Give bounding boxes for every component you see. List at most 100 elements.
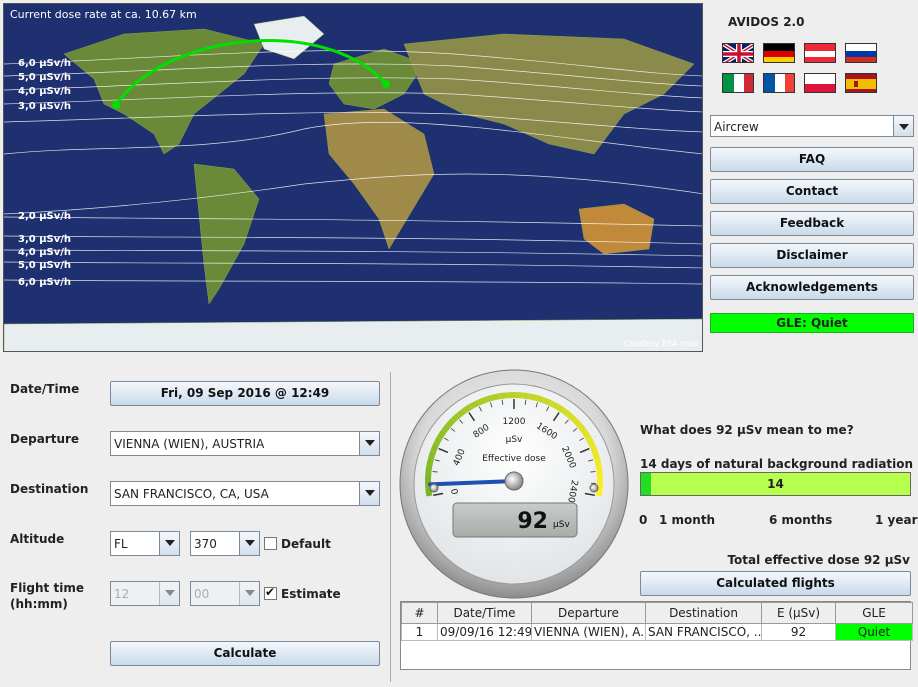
antarctica-land <box>4 318 702 351</box>
column-header-destination[interactable]: Destination <box>645 602 762 624</box>
gauge-arc-segment <box>441 423 451 434</box>
map-graphic <box>4 4 702 351</box>
gauge-arc-segment <box>528 393 538 401</box>
austria-flag-icon[interactable] <box>804 43 836 63</box>
dose-label-north-6: 6,0 µSv/h <box>18 58 72 69</box>
cell-departure: VIENNA (WIEN), A... <box>531 623 646 641</box>
default-checkbox[interactable] <box>264 537 277 550</box>
role-select[interactable]: Aircrew <box>710 115 914 137</box>
gauge-unit-label: µSv <box>506 435 523 445</box>
gauge-arc-segment <box>595 488 603 497</box>
minutes-value: 00 <box>194 587 210 601</box>
faq-button[interactable]: FAQ <box>710 147 914 172</box>
contact-button[interactable]: Contact <box>710 179 914 204</box>
column-header-dose[interactable]: E (µSv) <box>761 602 836 624</box>
map-credit: Courtesy ESA map <box>623 339 698 348</box>
scale-label-1-year: 1 year <box>875 513 918 527</box>
uk-flag-icon[interactable] <box>722 43 754 63</box>
gauge-arc-segment <box>462 403 473 414</box>
cell-index: 1 <box>401 623 438 641</box>
cell-datetime: 09/09/16 12:49 <box>437 623 532 641</box>
destination-marker <box>112 101 120 109</box>
departure-select[interactable]: VIENNA (WIEN), AUSTRIA <box>110 431 380 456</box>
gauge-caption: Effective dose <box>482 454 546 464</box>
background-radiation-bar-value: 14 <box>767 477 784 491</box>
calculate-button[interactable]: Calculate <box>110 641 380 666</box>
estimate-checkbox[interactable] <box>264 585 277 600</box>
flight-time-label: Flight time <box>10 581 84 595</box>
gauge-arc-segment <box>585 436 595 446</box>
gauge-arc-segment <box>456 408 467 418</box>
gauge-arc-segment <box>428 450 437 460</box>
datetime-button[interactable]: Fri, 09 Sep 2016 @ 12:49 <box>110 381 380 406</box>
chevron-down-icon[interactable] <box>359 482 379 505</box>
gauge-arc-segment <box>535 395 545 404</box>
gauge-arc-segment <box>498 392 507 400</box>
table-header-row: # Date/Time Departure Destination E (µSv… <box>401 602 913 624</box>
estimate-label: Estimate <box>281 587 341 601</box>
gauge-arc-segment <box>595 465 603 474</box>
table-row[interactable]: 1 09/09/16 12:49 VIENNA (WIEN), A... SAN… <box>401 623 913 641</box>
gle-status-badge: GLE: Quiet <box>710 313 914 333</box>
spain-flag-icon[interactable] <box>845 73 877 93</box>
france-flag-icon[interactable] <box>763 73 795 93</box>
altitude-value-select[interactable]: 370 <box>190 531 260 556</box>
role-select-value: Aircrew <box>714 120 759 134</box>
column-header-gle[interactable]: GLE <box>835 602 913 624</box>
cell-dose: 92 <box>761 623 836 641</box>
feedback-button[interactable]: Feedback <box>710 211 914 236</box>
flight-time-unit-label: (hh:mm) <box>10 597 68 611</box>
gauge-left-rivet <box>429 483 439 493</box>
app-name: AVIDOS 2.0 <box>728 15 805 29</box>
altitude-unit-select[interactable]: FL <box>110 531 180 556</box>
chevron-down-icon[interactable] <box>159 532 179 555</box>
gauge-knob <box>504 471 524 491</box>
chevron-down-icon[interactable] <box>239 532 259 555</box>
flights-table: # Date/Time Departure Destination E (µSv… <box>400 601 913 670</box>
gauge-arc-segment <box>425 465 433 474</box>
hours-value: 12 <box>114 587 130 601</box>
disclaimer-button[interactable]: Disclaimer <box>710 243 914 268</box>
destination-label: Destination <box>10 482 89 496</box>
russia-flag-icon[interactable] <box>845 43 877 63</box>
gauge-arc-segment <box>436 429 447 440</box>
world-dose-map: Current dose rate at ca. 10.67 km 6,0 µS… <box>3 3 703 352</box>
dose-meaning-question: What does 92 µSv mean to me? <box>640 423 854 437</box>
gauge-arc-segment <box>589 443 598 453</box>
gauge-arc-segment <box>476 397 486 406</box>
chevron-down-icon[interactable] <box>893 116 913 136</box>
gauge-arc-segment <box>577 423 587 434</box>
poland-flag-icon[interactable] <box>804 73 836 93</box>
column-header-datetime[interactable]: Date/Time <box>437 602 532 624</box>
departure-select-value: VIENNA (WIEN), AUSTRIA <box>114 437 265 451</box>
column-header-index[interactable]: # <box>401 602 438 624</box>
scale-label-0: 0 <box>639 513 648 527</box>
dose-label-south-2: 2,0 µSv/h <box>18 211 72 222</box>
acknowledgements-button[interactable]: Acknowledgements <box>710 275 914 300</box>
dose-label-south-5: 5,0 µSv/h <box>18 260 72 271</box>
column-header-departure[interactable]: Departure <box>531 602 646 624</box>
italy-flag-icon[interactable] <box>722 73 754 93</box>
scale-label-6-months: 6 months <box>769 513 833 527</box>
gauge-arc-segment <box>521 392 530 400</box>
germany-flag-icon[interactable] <box>763 43 795 63</box>
calculated-flights-button[interactable]: Calculated flights <box>640 571 911 596</box>
gauge-arc-segment <box>469 400 479 410</box>
destination-select[interactable]: SAN FRANCISCO, CA, USA <box>110 481 380 506</box>
gauge-arc-segment <box>445 418 456 428</box>
gauge-arc-segment <box>483 395 493 404</box>
gauge-arc-segment <box>433 436 443 446</box>
dose-label-south-6: 6,0 µSv/h <box>18 277 72 288</box>
default-label: Default <box>281 537 331 551</box>
panel-divider <box>390 372 391 682</box>
chevron-down-icon[interactable] <box>359 432 379 455</box>
gauge-lcd-unit: µSv <box>553 520 570 530</box>
chevron-down-icon <box>239 582 259 605</box>
dose-label-north-4: 4,0 µSv/h <box>18 86 72 97</box>
gauge-arc-segment <box>591 450 600 460</box>
gauge-arc-segment <box>451 412 461 423</box>
hours-select: 12 <box>110 581 180 606</box>
dose-label-north-5: 5,0 µSv/h <box>18 72 72 83</box>
gauge-arc-segment <box>572 418 583 428</box>
gauge-tick-label: 1200 <box>503 417 526 427</box>
